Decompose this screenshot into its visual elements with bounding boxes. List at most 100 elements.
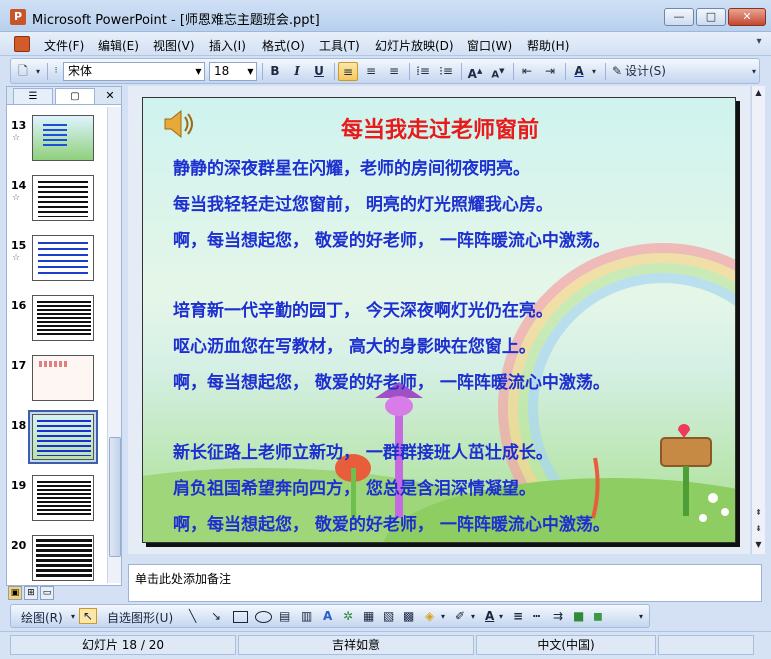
- line-color-icon[interactable]: ✐: [455, 609, 465, 623]
- slide-sorter-view-icon[interactable]: ⊞: [24, 586, 38, 600]
- menu-format[interactable]: 格式(O): [262, 37, 305, 54]
- diagram-icon[interactable]: ✲: [343, 609, 353, 623]
- drawbar-options-icon[interactable]: ▾: [639, 612, 643, 621]
- align-center-icon[interactable]: ≡: [361, 62, 381, 81]
- decrease-indent-icon[interactable]: ⇤: [517, 62, 537, 81]
- toolbar-options-icon[interactable]: ▾: [752, 36, 766, 52]
- shadow-style-icon[interactable]: ■: [573, 609, 584, 623]
- align-right-icon[interactable]: ≡: [384, 62, 404, 81]
- scroll-down-icon[interactable]: ▼: [752, 538, 765, 552]
- slide-text-line[interactable]: 啊，每当想起您， 敬爱的好老师， 一阵阵暖流心中激荡。: [173, 510, 610, 535]
- new-document-dropdown-icon[interactable]: ▾: [33, 62, 43, 81]
- previous-slide-icon[interactable]: ⇞: [752, 506, 765, 520]
- font-dropdown-icon[interactable]: ▼: [193, 63, 204, 80]
- menu-file[interactable]: 文件(F): [44, 37, 84, 54]
- slide-thumbnail-15[interactable]: [32, 235, 94, 281]
- next-slide-icon[interactable]: ⇟: [752, 522, 765, 536]
- slide-text-line[interactable]: 每当我轻轻走过您窗前， 明亮的灯光照耀我心房。: [173, 190, 553, 215]
- line-style-icon[interactable]: ≡: [513, 609, 523, 623]
- line-icon[interactable]: ╲: [189, 609, 196, 623]
- underline-button[interactable]: U: [310, 62, 328, 81]
- toolbar-options-icon[interactable]: ▾: [749, 62, 759, 81]
- menu-view[interactable]: 视图(V): [153, 37, 195, 54]
- fill-color-icon[interactable]: ◈: [425, 609, 434, 623]
- font-color-icon[interactable]: A: [569, 62, 589, 81]
- notes-pane[interactable]: 单击此处添加备注: [128, 564, 762, 602]
- pane-close-icon[interactable]: ✕: [103, 88, 117, 103]
- scrollbar-thumb[interactable]: [109, 437, 121, 557]
- draw-font-color-icon[interactable]: A: [485, 609, 494, 623]
- current-slide[interactable]: 每当我走过老师窗前 静静的深夜群星在闪耀，老师的房间彻夜明亮。 每当我轻轻走过您…: [142, 97, 736, 543]
- minimize-button[interactable]: —: [664, 8, 694, 26]
- slide-title[interactable]: 每当我走过老师窗前: [143, 112, 735, 144]
- notes-placeholder[interactable]: 单击此处添加备注: [135, 570, 231, 587]
- select-objects-icon[interactable]: ↖: [79, 608, 97, 624]
- slide-thumbnail-13[interactable]: [32, 115, 94, 161]
- rectangle-icon[interactable]: [233, 611, 248, 623]
- vertical-textbox-icon[interactable]: ▥: [301, 609, 312, 623]
- tab-outline[interactable]: ☰: [13, 88, 53, 104]
- line-color-dropdown-icon[interactable]: ▾: [471, 612, 475, 621]
- slide-thumbnail-20[interactable]: [32, 535, 94, 581]
- slide-thumbnail-18[interactable]: [32, 414, 94, 460]
- draw-menu-button[interactable]: 绘图(R): [21, 609, 63, 626]
- font-name-combobox[interactable]: 宋体: [63, 62, 205, 81]
- slide-thumbnail-14[interactable]: [32, 175, 94, 221]
- 3d-style-icon[interactable]: ◼: [593, 609, 603, 623]
- textbox-icon[interactable]: ▤: [279, 609, 290, 623]
- menu-insert[interactable]: 插入(I): [209, 37, 246, 54]
- close-button[interactable]: ✕: [728, 8, 766, 26]
- new-document-icon[interactable]: 🗋: [15, 62, 31, 81]
- normal-view-icon[interactable]: ▣: [8, 586, 22, 600]
- menu-edit[interactable]: 编辑(E): [98, 37, 139, 54]
- decrease-font-size-icon[interactable]: A▼: [488, 62, 508, 81]
- draw-dropdown-icon[interactable]: ▾: [71, 612, 75, 621]
- dash-style-icon[interactable]: ┅: [533, 609, 540, 623]
- slide-text-line[interactable]: 啊，每当想起您， 敬爱的好老师， 一阵阵暖流心中激荡。: [173, 226, 610, 251]
- increase-indent-icon[interactable]: ⇥: [540, 62, 560, 81]
- autoshapes-button[interactable]: 自选图形(U): [107, 609, 173, 626]
- toolbar-separator: [47, 63, 48, 80]
- menu-tools[interactable]: 工具(T): [319, 37, 360, 54]
- numbered-list-icon[interactable]: ⁞≡: [413, 62, 433, 81]
- menu-window[interactable]: 窗口(W): [467, 37, 512, 54]
- slide-thumbnail-19[interactable]: [32, 475, 94, 521]
- font-size-dropdown-icon[interactable]: ▼: [245, 63, 256, 80]
- slide-vertical-scrollbar[interactable]: ▲ ⇞ ⇟ ▼: [751, 86, 765, 554]
- insert-picture-icon[interactable]: ▩: [403, 609, 414, 623]
- slide-text-line[interactable]: 肩负祖国希望奔向四方， 您总是含泪深情凝望。: [173, 474, 536, 499]
- slides-pane-scrollbar[interactable]: [107, 107, 121, 583]
- align-left-icon[interactable]: ≡: [338, 62, 358, 81]
- bullet-list-icon[interactable]: ⁝≡: [436, 62, 456, 81]
- font-color-dropdown-icon[interactable]: ▾: [589, 62, 599, 81]
- italic-button[interactable]: I: [288, 62, 306, 81]
- slide-text-line[interactable]: 培育新一代辛勤的园丁， 今天深夜啊灯光仍在亮。: [173, 296, 553, 321]
- menu-help[interactable]: 帮助(H): [527, 37, 569, 54]
- tab-slides[interactable]: ▢: [55, 88, 95, 104]
- thumb-number: 20: [11, 539, 27, 552]
- slideshow-view-icon[interactable]: ▭: [40, 586, 54, 600]
- slide-text-line[interactable]: 静静的深夜群星在闪耀，老师的房间彻夜明亮。: [173, 154, 530, 179]
- slide-text-line[interactable]: 呕心沥血您在写教材， 高大的身影映在您窗上。: [173, 332, 536, 357]
- draw-font-color-dropdown-icon[interactable]: ▾: [499, 612, 503, 621]
- clipart-icon[interactable]: ▦: [363, 609, 374, 623]
- fill-color-dropdown-icon[interactable]: ▾: [441, 612, 445, 621]
- document-icon[interactable]: [14, 36, 30, 52]
- slide-thumbnail-17[interactable]: [32, 355, 94, 401]
- slide-text-line[interactable]: 新长征路上老师立新功， 一群群接班人茁壮成长。: [173, 438, 553, 463]
- picture-icon[interactable]: ▧: [383, 609, 394, 623]
- slide-text-line[interactable]: 啊，每当想起您， 敬爱的好老师， 一阵阵暖流心中激荡。: [173, 368, 610, 393]
- increase-font-size-icon[interactable]: A▲: [465, 62, 485, 81]
- status-bar: 幻灯片 18 / 20 吉祥如意 中文(中国): [0, 631, 771, 659]
- arrow-style-icon[interactable]: ⇉: [553, 609, 563, 623]
- maximize-button[interactable]: □: [696, 8, 726, 26]
- bold-button[interactable]: B: [266, 62, 284, 81]
- oval-icon[interactable]: [255, 611, 272, 623]
- menu-slideshow[interactable]: 幻灯片放映(D): [375, 37, 454, 54]
- scroll-up-icon[interactable]: ▲: [752, 86, 765, 100]
- wordart-icon[interactable]: A: [323, 609, 332, 623]
- design-button[interactable]: 设计(S): [625, 62, 685, 81]
- toolbar-separator: [605, 63, 606, 80]
- slide-thumbnail-16[interactable]: [32, 295, 94, 341]
- arrow-icon[interactable]: ↘: [211, 609, 221, 623]
